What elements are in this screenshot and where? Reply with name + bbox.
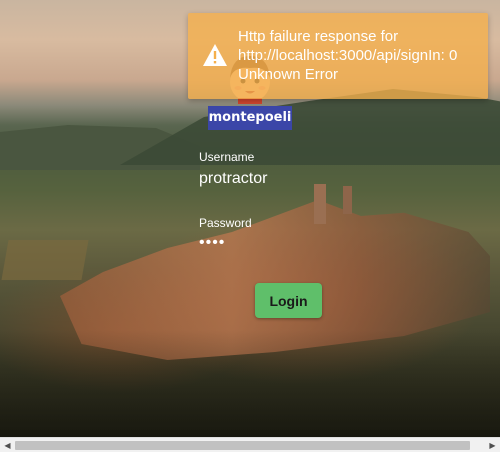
scrollbar-thumb[interactable]	[15, 441, 470, 450]
background-field	[1, 240, 89, 280]
background-tower	[343, 186, 352, 214]
background-shade	[0, 330, 500, 437]
scroll-right-arrow-icon[interactable]: ▶	[485, 438, 500, 452]
background-tower	[314, 184, 326, 224]
logo-wordmark: montepoeli	[208, 106, 292, 130]
warning-icon	[203, 44, 227, 66]
error-toast[interactable]: Http failure response for http://localho…	[188, 13, 488, 99]
username-input[interactable]	[199, 170, 349, 188]
scroll-left-arrow-icon[interactable]: ◀	[0, 438, 15, 452]
error-message: Http failure response for http://localho…	[238, 28, 458, 83]
horizontal-scrollbar[interactable]: ◀ ▶	[0, 437, 500, 452]
password-input[interactable]	[199, 234, 349, 252]
password-label: Password	[199, 216, 252, 230]
username-label: Username	[199, 150, 255, 164]
login-button[interactable]: Login	[255, 283, 322, 318]
